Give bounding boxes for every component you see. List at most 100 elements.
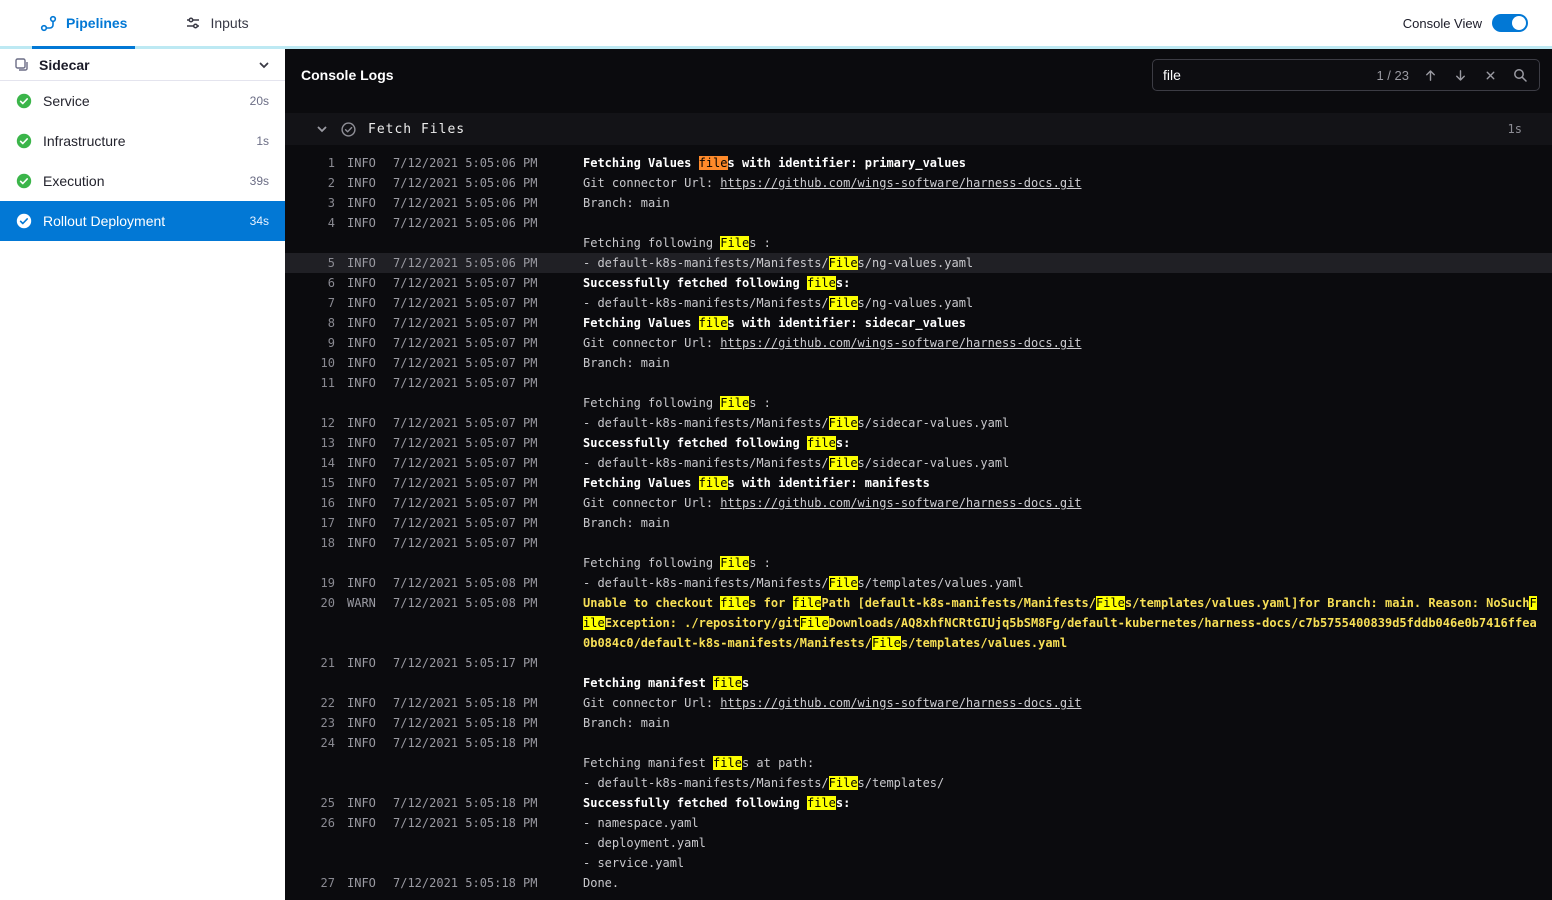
log-line[interactable]: 10 INFO 7/12/2021 5:05:07 PM Branch: main — [285, 353, 1552, 373]
log-search-box: 1 / 23 — [1152, 59, 1540, 91]
log-level: INFO — [347, 316, 376, 330]
chevron-down-icon[interactable] — [257, 58, 271, 72]
log-message: Fetching Values files with identifier: s… — [583, 313, 1552, 333]
log-line[interactable]: - service.yaml — [285, 853, 1552, 873]
log-line[interactable]: 27 INFO 7/12/2021 5:05:18 PM Done. — [285, 873, 1552, 893]
log-text: Branch: main — [583, 196, 670, 210]
log-message: Git connector Url: https://github.com/wi… — [583, 693, 1552, 713]
log-line[interactable]: 2 INFO 7/12/2021 5:05:06 PM Git connector U… — [285, 173, 1552, 193]
log-line-number: 16 — [320, 496, 335, 510]
log-text: s/templates/values.yaml — [900, 636, 1068, 650]
log-line[interactable]: Fetching manifest files — [285, 673, 1552, 693]
log-link[interactable]: https://github.com/wings-software/harnes… — [720, 336, 1081, 350]
log-line[interactable]: 22 INFO 7/12/2021 5:05:18 PM Git connector … — [285, 693, 1552, 713]
log-line[interactable]: 16 INFO 7/12/2021 5:05:07 PM Git connector … — [285, 493, 1552, 513]
search-icon[interactable] — [1511, 66, 1529, 84]
log-level: INFO — [347, 656, 376, 670]
log-line[interactable]: 21 INFO 7/12/2021 5:05:17 PM — [285, 653, 1552, 673]
log-level: INFO — [347, 736, 376, 750]
log-timestamp: 7/12/2021 5:05:17 PM — [393, 656, 538, 670]
stage-header[interactable]: Sidecar — [0, 49, 285, 81]
prev-match-icon[interactable] — [1421, 66, 1439, 84]
log-text: Fetching following — [583, 396, 721, 410]
log-section-title: Fetch Files — [368, 121, 466, 137]
log-line[interactable]: 17 INFO 7/12/2021 5:05:07 PM Branch: main — [285, 513, 1552, 533]
log-line-number: 18 — [320, 536, 335, 550]
search-input[interactable] — [1163, 67, 1365, 83]
tab-inputs[interactable]: Inputs — [185, 0, 249, 46]
log-line[interactable]: 1 INFO 7/12/2021 5:05:06 PM Fetching Values… — [285, 153, 1552, 173]
log-line[interactable]: Fetching following Files : — [285, 393, 1552, 413]
log-line[interactable]: 24 INFO 7/12/2021 5:05:18 PM — [285, 733, 1552, 753]
log-timestamp: 7/12/2021 5:05:07 PM — [393, 536, 538, 550]
log-line[interactable]: 13 INFO 7/12/2021 5:05:07 PM Successfully f… — [285, 433, 1552, 453]
step-status-check-icon — [341, 121, 356, 137]
log-line-number: 11 — [320, 376, 335, 390]
log-message: Git connector Url: https://github.com/wi… — [583, 333, 1552, 353]
log-level: INFO — [347, 416, 376, 430]
sidebar-item-infrastructure[interactable]: Infrastructure 1s — [0, 121, 285, 161]
log-line[interactable]: 3 INFO 7/12/2021 5:05:06 PM Branch: main — [285, 193, 1552, 213]
log-line[interactable]: Fetching following Files : — [285, 553, 1552, 573]
search-match-highlight: file — [713, 676, 742, 690]
log-link[interactable]: https://github.com/wings-software/harnes… — [720, 176, 1081, 190]
stage-title: Sidecar — [39, 56, 90, 73]
log-line[interactable]: 11 INFO 7/12/2021 5:05:07 PM — [285, 373, 1552, 393]
log-line[interactable]: 18 INFO 7/12/2021 5:05:07 PM — [285, 533, 1552, 553]
log-message: Branch: main — [583, 193, 1552, 213]
search-match-highlight: file — [792, 596, 822, 610]
log-level: INFO — [347, 496, 376, 510]
log-message: - default-k8s-manifests/Manifests/Files/… — [583, 573, 1552, 593]
log-timestamp: 7/12/2021 5:05:07 PM — [393, 436, 538, 450]
log-line[interactable]: 19 INFO 7/12/2021 5:05:08 PM - default-k8s-… — [285, 573, 1552, 593]
log-section-header[interactable]: Fetch Files 1s — [285, 113, 1552, 145]
log-text: s with identifier: sidecar_values — [727, 316, 966, 330]
log-line[interactable]: 15 INFO 7/12/2021 5:05:07 PM Fetching Value… — [285, 473, 1552, 493]
log-text: Fetching Values — [583, 476, 699, 490]
log-line[interactable]: 5 INFO 7/12/2021 5:05:06 PM - default-k8s-m… — [285, 253, 1552, 273]
log-line[interactable]: 26 INFO 7/12/2021 5:05:18 PM - namespace.ya… — [285, 813, 1552, 833]
success-check-icon — [16, 93, 32, 109]
tab-pipelines[interactable]: Pipelines — [31, 0, 136, 49]
log-line[interactable]: 12 INFO 7/12/2021 5:05:07 PM - default-k8s-… — [285, 413, 1552, 433]
log-text: s at path: — [741, 756, 815, 770]
stage-sidebar: Sidecar Service 20s Infrastructure 1s Ex… — [0, 49, 285, 900]
log-timestamp: 7/12/2021 5:05:18 PM — [393, 816, 538, 830]
log-message: Successfully fetched following files: — [583, 793, 1552, 813]
sidebar-item-label: Infrastructure — [43, 133, 126, 149]
log-text: Git connector Url: — [583, 696, 721, 710]
log-line[interactable]: 14 INFO 7/12/2021 5:05:07 PM - default-k8s-… — [285, 453, 1552, 473]
log-text: - deployment.yaml — [583, 836, 706, 850]
clear-search-icon[interactable] — [1481, 66, 1499, 84]
log-line[interactable]: 9 INFO 7/12/2021 5:05:07 PM Git connector U… — [285, 333, 1552, 353]
sidebar-item-service[interactable]: Service 20s — [0, 81, 285, 121]
log-link[interactable]: https://github.com/wings-software/harnes… — [720, 496, 1081, 510]
log-line[interactable]: - default-k8s-manifests/Manifests/Files/… — [285, 773, 1552, 793]
log-level: INFO — [347, 296, 376, 310]
log-line[interactable]: Fetching manifest files at path: — [285, 753, 1552, 773]
log-line-number: 1 — [327, 156, 335, 170]
console-view-toggle[interactable] — [1492, 14, 1528, 32]
log-line-number: 15 — [320, 476, 335, 490]
log-link[interactable]: https://github.com/wings-software/harnes… — [720, 696, 1081, 710]
log-message: - deployment.yaml — [583, 833, 1552, 853]
log-line[interactable]: 6 INFO 7/12/2021 5:05:07 PM Successfully fe… — [285, 273, 1552, 293]
log-text: Git connector Url: — [583, 496, 721, 510]
log-line[interactable]: 20 WARN 7/12/2021 5:05:08 PM Unable to chec… — [285, 593, 1552, 653]
log-text: s : — [749, 236, 771, 250]
log-line-number: 23 — [320, 716, 335, 730]
log-line[interactable]: 4 INFO 7/12/2021 5:05:06 PM — [285, 213, 1552, 233]
log-text: - default-k8s-manifests/Manifests/ — [583, 416, 829, 430]
log-line[interactable]: 25 INFO 7/12/2021 5:05:18 PM Successfully f… — [285, 793, 1552, 813]
log-line[interactable]: 7 INFO 7/12/2021 5:05:07 PM - default-k8s-m… — [285, 293, 1552, 313]
log-line[interactable]: Fetching following Files : — [285, 233, 1552, 253]
sidebar-item-rollout-deployment[interactable]: Rollout Deployment 34s — [0, 201, 285, 241]
log-text: Successfully fetched following — [583, 436, 807, 450]
log-line-number: 9 — [327, 336, 335, 350]
chevron-down-icon[interactable] — [315, 122, 329, 136]
sidebar-item-execution[interactable]: Execution 39s — [0, 161, 285, 201]
log-line[interactable]: - deployment.yaml — [285, 833, 1552, 853]
log-line[interactable]: 23 INFO 7/12/2021 5:05:18 PM Branch: main — [285, 713, 1552, 733]
next-match-icon[interactable] — [1451, 66, 1469, 84]
log-line[interactable]: 8 INFO 7/12/2021 5:05:07 PM Fetching Values… — [285, 313, 1552, 333]
